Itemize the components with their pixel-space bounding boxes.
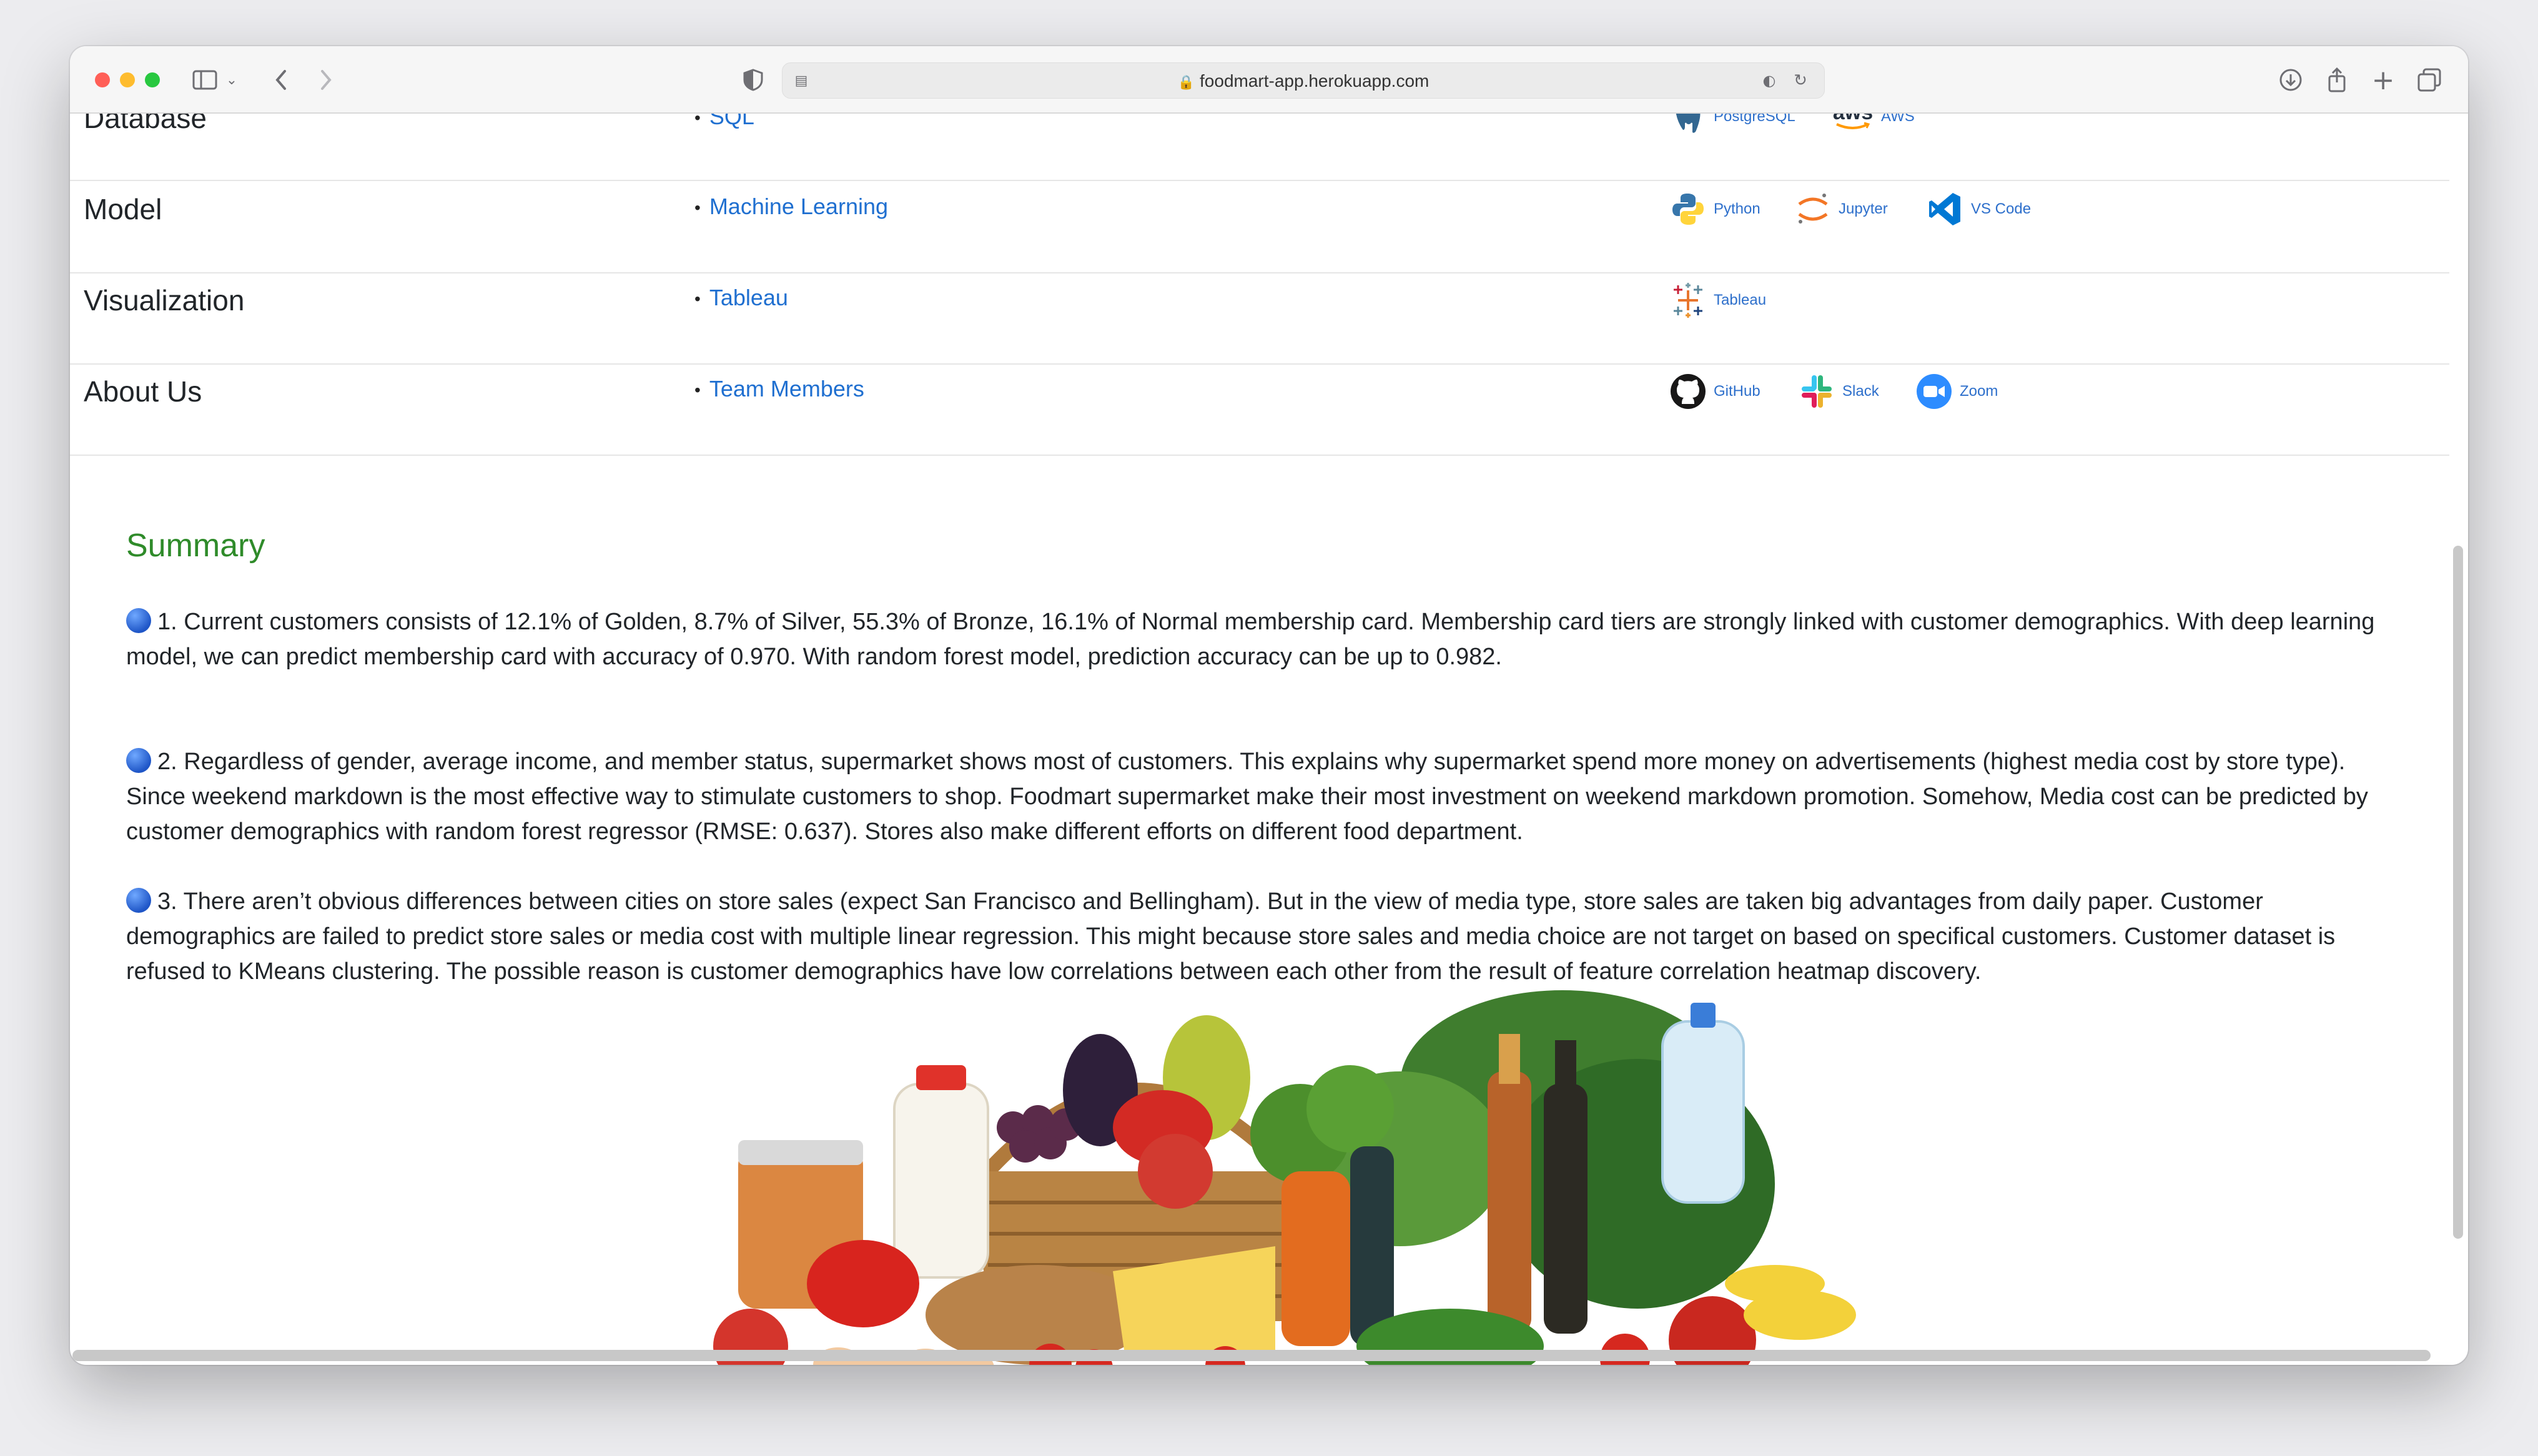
tech-item-link[interactable]: • Team Members [694, 376, 864, 402]
zoom-icon [1915, 372, 1953, 411]
browser-window: ⌄ ▤ 🔒 foodmart-app.herokuapp.com ◐ ↻ + D… [70, 46, 2468, 1365]
tool-zoom[interactable]: Zoom [1915, 372, 1998, 411]
tool-label: Zoom [1960, 383, 1998, 400]
tool-label: VS Code [1971, 200, 2032, 217]
share-icon[interactable] [2321, 64, 2353, 96]
grocery-basket-image [713, 990, 1856, 1365]
summary-point-3: 3. There aren’t obvious differences betw… [126, 888, 2336, 985]
tool-python[interactable]: Python [1669, 190, 1760, 229]
vscode-icon [1926, 190, 1965, 229]
chevron-down-icon[interactable]: ⌄ [222, 64, 241, 96]
tech-row-database: Database •SQL PostgreSQL aws AWS [70, 114, 2449, 181]
reload-icon[interactable]: ↻ [1788, 64, 1813, 97]
new-tab-icon[interactable]: + [2367, 64, 2399, 96]
lock-icon: 🔒 [1177, 74, 1195, 90]
tool-label: GitHub [1714, 383, 1760, 400]
sidebar-toggle-icon[interactable] [189, 64, 221, 96]
forward-icon[interactable] [310, 64, 342, 96]
tool-tableau[interactable]: Tableau [1669, 281, 1766, 320]
tool-jupyter[interactable]: Jupyter [1794, 190, 1888, 229]
privacy-shield-icon[interactable] [737, 64, 769, 96]
back-icon[interactable] [265, 64, 297, 96]
aws-wordmark: aws [1833, 114, 1873, 123]
postgresql-icon [1669, 114, 1707, 136]
tool-label: Slack [1842, 383, 1879, 400]
page-content: Database •SQL PostgreSQL aws AWS Model •… [70, 114, 2468, 1365]
tableau-icon [1669, 281, 1707, 320]
slack-icon [1797, 372, 1836, 411]
horizontal-scrollbar[interactable] [72, 1350, 2431, 1361]
jupyter-icon [1794, 190, 1832, 229]
zoom-window-button[interactable] [145, 72, 160, 87]
tech-row-about-us: About Us • Team Members GitHub Slack Zoo… [70, 363, 2449, 456]
blue-circle-icon [126, 608, 151, 633]
tool-label: Tableau [1714, 292, 1767, 308]
close-window-button[interactable] [95, 72, 110, 87]
tool-aws[interactable]: aws AWS [1831, 114, 1915, 136]
tool-label: PostgreSQL [1714, 114, 1795, 125]
summary-title: Summary [126, 528, 265, 564]
tool-postgresql[interactable]: PostgreSQL [1669, 114, 1795, 136]
tool-vscode[interactable]: VS Code [1926, 190, 2031, 229]
tab-overview-icon[interactable] [2413, 64, 2446, 96]
tech-item-link[interactable]: • Tableau [694, 285, 788, 311]
browser-toolbar: ⌄ ▤ 🔒 foodmart-app.herokuapp.com ◐ ↻ + [70, 46, 2468, 114]
tool-slack[interactable]: Slack [1797, 372, 1879, 411]
python-icon [1669, 190, 1707, 229]
tech-item-link[interactable]: • Machine Learning [694, 194, 888, 220]
tech-category-label: Model [84, 193, 162, 225]
blue-circle-icon [126, 748, 151, 773]
summary-point-1: 1. Current customers consists of 12.1% o… [126, 608, 2375, 670]
tech-row-visualization: Visualization • Tableau Tableau [70, 272, 2449, 365]
aws-icon: aws [1831, 114, 1875, 136]
summary-point-2: 2. Regardless of gender, average income,… [126, 748, 2368, 845]
tool-label: AWS [1881, 114, 1915, 125]
tool-label: Python [1714, 200, 1760, 217]
address-bar[interactable]: ▤ 🔒 foodmart-app.herokuapp.com ◐ ↻ [782, 62, 1825, 99]
tech-row-model: Model • Machine Learning Python Jupyter V… [70, 181, 2449, 273]
translate-icon[interactable]: ◐ [1757, 64, 1782, 97]
tool-label: Jupyter [1839, 200, 1888, 217]
tech-category-label: About Us [84, 375, 202, 408]
minimize-window-button[interactable] [120, 72, 135, 87]
url-text: foodmart-app.herokuapp.com [1200, 71, 1429, 91]
tech-category-label: Database [84, 114, 207, 134]
downloads-icon[interactable] [2274, 64, 2307, 96]
tool-github[interactable]: GitHub [1669, 372, 1760, 411]
vertical-scrollbar[interactable] [2453, 546, 2463, 1239]
tech-item-link[interactable]: • SQL [694, 114, 754, 130]
blue-circle-icon [126, 888, 151, 913]
tech-category-label: Visualization [84, 284, 245, 317]
github-icon [1669, 372, 1707, 411]
